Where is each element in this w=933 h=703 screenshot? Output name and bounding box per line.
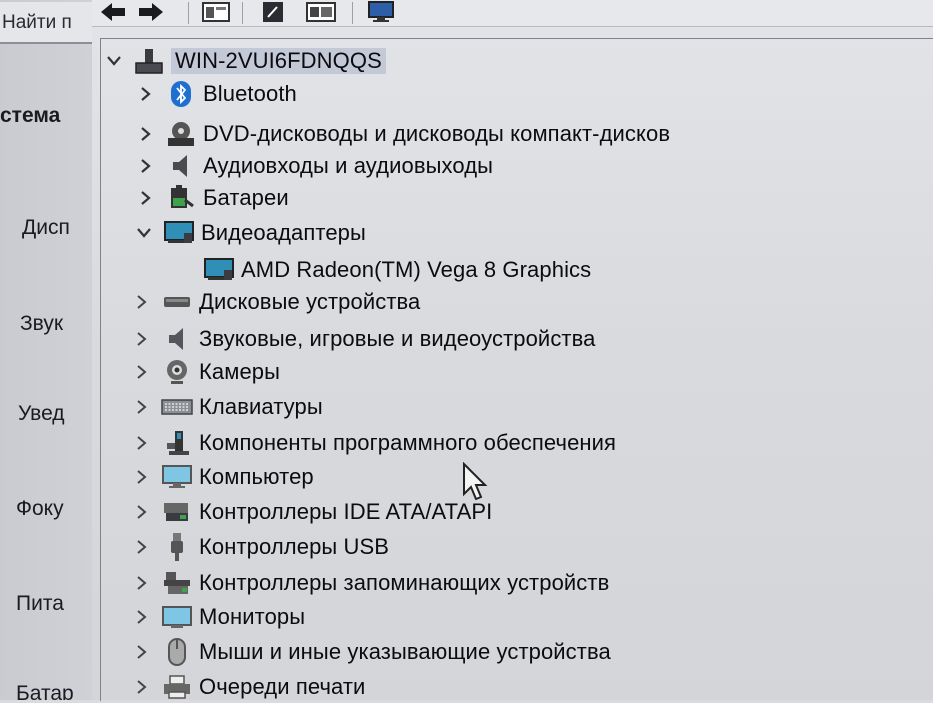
category-label: Клавиатуры [199,394,323,419]
chevron-right-icon[interactable] [131,328,153,350]
settings-window: Найти п стема Дисп Звук Увед Фоку Пита Б… [0,0,92,700]
chevron-down-icon[interactable] [103,50,125,72]
settings-item-power[interactable]: Пита [16,592,64,616]
tree-item-print-queues[interactable]: Очереди печати [131,671,365,703]
display-adapter-icon [163,219,195,247]
category-label: Видеоадаптеры [201,220,366,245]
tree-item-video-adapters[interactable]: Видеоадаптеры [133,217,366,249]
settings-item-display[interactable]: Дисп [22,216,70,240]
tree-item-mice[interactable]: Мыши и иные указывающие устройства [131,636,611,668]
chevron-right-icon[interactable] [131,501,153,523]
dvd-drive-icon [165,120,197,148]
settings-item-notifications[interactable]: Увед [18,402,65,426]
battery-icon [165,184,197,212]
device-tree: WIN-2VUI6FDNQQS Bluetooth DVD-дисководы … [100,38,933,701]
scan-hardware-icon[interactable] [364,0,398,24]
device-amd-radeon[interactable]: AMD Radeon(TM) Vega 8 Graphics [203,254,591,286]
category-label: Компоненты программного обеспечения [199,430,617,455]
software-component-icon [161,429,193,457]
chevron-right-icon[interactable] [135,123,157,145]
forward-arrow-icon[interactable] [136,0,166,24]
monitor-icon [161,603,193,631]
usb-icon [161,533,193,561]
tree-item-dvd-drives[interactable]: DVD-дисководы и дисководы компакт-дисков [135,118,670,150]
display-adapter-icon [203,256,235,284]
chevron-right-icon[interactable] [131,466,153,488]
device-manager-window: WIN-2VUI6FDNQQS Bluetooth DVD-дисководы … [92,0,933,701]
update-driver-icon[interactable] [304,0,338,24]
category-label: Аудиовходы и аудиовыходы [203,153,494,178]
category-label: Мыши и иные указывающие устройства [199,639,611,664]
mouse-icon [161,638,193,666]
category-label: DVD-дисководы и дисководы компакт-дисков [203,121,671,146]
chevron-right-icon[interactable] [131,676,153,698]
tree-root[interactable]: WIN-2VUI6FDNQQS [103,45,386,77]
toolbar-separator [188,2,189,24]
chevron-down-icon[interactable] [133,222,155,244]
tree-item-software-components[interactable]: Компоненты программного обеспечения [131,427,616,459]
disk-drive-icon [161,288,193,316]
keyboard-icon [161,393,193,421]
tree-item-computer[interactable]: Компьютер [131,461,314,493]
category-label: Bluetooth [203,81,297,106]
category-label: Контроллеры запоминающих устройств [199,570,610,595]
computer-icon [161,463,193,491]
toolbar [92,0,933,27]
camera-icon [161,358,193,386]
toolbar-separator [242,2,243,24]
chevron-right-icon[interactable] [131,396,153,418]
category-label: Камеры [199,359,281,384]
speaker-icon [161,325,193,353]
ide-controller-icon [161,498,193,526]
back-arrow-icon[interactable] [98,0,128,24]
tree-item-cameras[interactable]: Камеры [131,356,280,388]
chevron-right-icon[interactable] [131,572,153,594]
tree-item-batteries[interactable]: Батареи [135,182,289,214]
chevron-right-icon[interactable] [135,83,157,105]
chevron-right-icon[interactable] [131,606,153,628]
chevron-right-icon[interactable] [135,155,157,177]
printer-icon [161,673,193,701]
settings-search-box[interactable]: Найти п [0,2,92,44]
category-label: Контроллеры USB [199,534,390,559]
device-label: AMD Radeon(TM) Vega 8 Graphics [241,257,592,282]
tree-item-storage-controllers[interactable]: Контроллеры запоминающих устройств [131,567,609,599]
tree-item-sound-video-game[interactable]: Звуковые, игровые и видеоустройства [131,323,595,355]
tree-item-bluetooth[interactable]: Bluetooth [135,78,297,110]
category-label: Компьютер [199,464,314,489]
category-label: Дисковые устройства [199,289,421,314]
chevron-right-icon[interactable] [131,291,153,313]
tree-item-usb-controllers[interactable]: Контроллеры USB [131,531,389,563]
tree-item-audio-io[interactable]: Аудиовходы и аудиовыходы [135,150,493,182]
tree-item-monitors[interactable]: Мониторы [131,601,305,633]
show-hide-tree-icon[interactable] [200,0,232,24]
storage-controller-icon [161,569,193,597]
settings-search-text: Найти п [2,12,72,33]
category-label: Очереди печати [199,674,366,699]
chevron-right-icon[interactable] [131,641,153,663]
computer-icon [133,47,165,75]
computer-name: WIN-2VUI6FDNQQS [171,48,386,74]
toolbar-separator [352,2,353,24]
speaker-icon [165,152,197,180]
settings-item-focus[interactable]: Фоку [16,497,64,521]
category-label: Батареи [203,185,289,210]
tree-item-keyboards[interactable]: Клавиатуры [131,391,323,423]
chevron-right-icon[interactable] [131,536,153,558]
settings-heading: стема [0,104,61,127]
category-label: Контроллеры IDE ATA/ATAPI [199,499,493,524]
bluetooth-icon [165,80,197,108]
category-label: Звуковые, игровые и видеоустройства [199,326,596,351]
settings-item-sound[interactable]: Звук [20,312,63,336]
properties-icon[interactable] [258,0,288,24]
chevron-right-icon[interactable] [135,187,157,209]
category-label: Мониторы [199,604,306,629]
chevron-right-icon[interactable] [131,361,153,383]
settings-item-battery[interactable]: Батар [16,682,74,700]
tree-item-disk-drives[interactable]: Дисковые устройства [131,286,420,318]
tree-item-ide-controllers[interactable]: Контроллеры IDE ATA/ATAPI [131,496,492,528]
mouse-pointer-icon [462,461,488,507]
chevron-right-icon[interactable] [131,432,153,454]
